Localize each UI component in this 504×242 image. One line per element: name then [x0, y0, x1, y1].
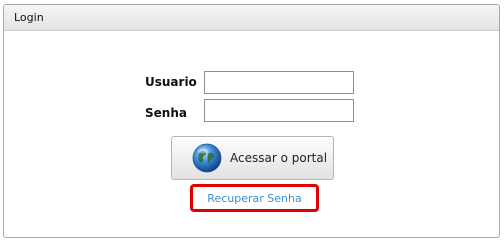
recover-password-highlight: Recuperar Senha	[190, 184, 319, 212]
username-field[interactable]	[204, 71, 354, 94]
username-label: Usuario	[145, 75, 197, 89]
access-portal-label: Acessar o portal	[230, 151, 328, 165]
panel-title: Login	[4, 5, 499, 31]
password-field[interactable]	[204, 99, 354, 122]
password-label: Senha	[145, 106, 187, 120]
globe-icon	[192, 143, 222, 173]
recover-password-link[interactable]: Recuperar Senha	[207, 192, 301, 205]
access-portal-button[interactable]: Acessar o portal	[171, 136, 334, 180]
login-panel: Login Usuario Senha Acessar o portal Rec…	[3, 4, 500, 238]
